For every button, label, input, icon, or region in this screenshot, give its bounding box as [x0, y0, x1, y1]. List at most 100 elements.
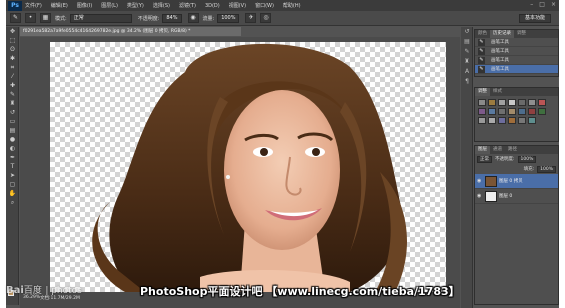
- character-panel-icon[interactable]: A: [461, 67, 473, 77]
- eyedropper-tool-icon[interactable]: ⁄: [6, 72, 19, 81]
- pressure-opacity-icon[interactable]: ◉: [187, 13, 199, 23]
- tab-adjustments[interactable]: 调整: [475, 88, 490, 96]
- workspace-select[interactable]: 基本功能: [518, 14, 551, 23]
- adjustment-swatch[interactable]: [498, 117, 506, 124]
- lasso-tool-icon[interactable]: ʘ: [6, 45, 19, 54]
- history-item[interactable]: ✎ 画笔工具: [475, 38, 558, 47]
- adjustments-panel-tabs: 调整 样式: [475, 88, 558, 96]
- tab-layers[interactable]: 图层: [475, 146, 490, 154]
- brush-tool-icon[interactable]: ✎: [6, 90, 19, 99]
- history-panel: 颜色 历史记录 调整 ✎ 画笔工具 ✎ 画笔工具 ✎ 画笔工具 ✎ 画笔工具: [474, 29, 559, 77]
- eye-icon[interactable]: ◉: [477, 193, 483, 199]
- adjustment-swatch[interactable]: [528, 99, 536, 106]
- blend-mode-select[interactable]: 正常: [477, 155, 492, 163]
- adjustment-swatch[interactable]: [508, 108, 516, 115]
- paragraph-panel-icon[interactable]: ¶: [461, 77, 473, 87]
- adjustment-swatch[interactable]: [538, 99, 546, 106]
- gradient-tool-icon[interactable]: ▤: [6, 126, 19, 135]
- stamp-tool-icon[interactable]: ♜: [6, 99, 19, 108]
- history-panel-tabs: 颜色 历史记录 调整: [475, 30, 558, 38]
- opacity-input[interactable]: 84%: [162, 13, 182, 23]
- adjustment-swatch[interactable]: [498, 99, 506, 106]
- layer-name: 图层 0: [499, 194, 513, 199]
- brush-preset-icon[interactable]: ✎: [10, 13, 21, 23]
- tab-history[interactable]: 历史记录: [490, 30, 514, 38]
- history-panel-icon[interactable]: ↺: [461, 27, 473, 37]
- quick-select-tool-icon[interactable]: ✱: [6, 54, 19, 63]
- marquee-tool-icon[interactable]: ⬚: [6, 36, 19, 45]
- adjustment-swatch[interactable]: [518, 108, 526, 115]
- adjustment-swatch[interactable]: [528, 108, 536, 115]
- brush-panel-icon[interactable]: ✎: [461, 47, 473, 57]
- menu-edit[interactable]: 编辑(E): [51, 2, 68, 9]
- dodge-tool-icon[interactable]: ◐: [6, 144, 19, 153]
- adjustment-swatch[interactable]: [488, 108, 496, 115]
- tab-paths[interactable]: 路径: [505, 146, 520, 154]
- menu-help[interactable]: 帮助(H): [283, 2, 301, 9]
- clone-source-icon[interactable]: ♜: [461, 57, 473, 67]
- right-panel-column: ↺ ▤ ✎ ♜ A ¶ 颜色 历史记录 调整 ✎ 画笔工具 ✎ 画笔工具 ✎ 画…: [461, 27, 559, 308]
- tab-channels[interactable]: 通道: [490, 146, 505, 154]
- pressure-size-icon[interactable]: ◎: [260, 13, 272, 23]
- menu-type[interactable]: 类型(Y): [127, 2, 144, 9]
- flow-input[interactable]: 100%: [217, 13, 240, 23]
- adjustment-swatch[interactable]: [478, 117, 486, 124]
- mode-select[interactable]: 正常: [69, 13, 132, 23]
- history-item[interactable]: ✎ 画笔工具: [475, 56, 558, 65]
- layer-row[interactable]: ◉ 图层 0: [475, 189, 558, 204]
- adjustment-swatch[interactable]: [508, 117, 516, 124]
- pen-tool-icon[interactable]: ✒: [6, 153, 19, 162]
- adjustment-swatch[interactable]: [518, 117, 526, 124]
- adjustment-swatch[interactable]: [478, 108, 486, 115]
- adjustment-swatch[interactable]: [528, 117, 536, 124]
- options-bar: ✎ • ▦ 模式: 正常 不透明度: 84% ◉ 流量: 100% ✈ ◎ 基本…: [6, 11, 559, 26]
- path-select-tool-icon[interactable]: ➤: [6, 171, 19, 180]
- hand-tool-icon[interactable]: ✋: [6, 189, 19, 198]
- history-item-label: 画笔工具: [491, 49, 509, 54]
- brush-size-icon[interactable]: •: [25, 13, 36, 23]
- shape-tool-icon[interactable]: ▢: [6, 180, 19, 189]
- zoom-tool-icon[interactable]: ⌕: [6, 198, 19, 207]
- adjustment-swatch[interactable]: [498, 108, 506, 115]
- adjustment-swatch[interactable]: [478, 99, 486, 106]
- canvas-area[interactable]: [20, 37, 460, 293]
- adjustment-swatch[interactable]: [488, 99, 496, 106]
- document-canvas[interactable]: [50, 42, 446, 292]
- document-tab[interactable]: f0291ea582a7a9fe0554c4164269782e.jpg @ 3…: [20, 27, 241, 36]
- layer-row-selected[interactable]: ◉ 图层 0 拷贝: [475, 174, 558, 189]
- move-tool-icon[interactable]: ✥: [6, 27, 19, 36]
- airbrush-icon[interactable]: ✈: [245, 13, 257, 23]
- adjustment-swatch[interactable]: [488, 117, 496, 124]
- menu-layer[interactable]: 图层(L): [101, 2, 118, 9]
- tab-color[interactable]: 颜色: [475, 30, 490, 38]
- crop-tool-icon[interactable]: ⌗: [6, 63, 19, 72]
- properties-panel-icon[interactable]: ▤: [461, 37, 473, 47]
- menu-select[interactable]: 选择(S): [153, 2, 170, 9]
- healing-tool-icon[interactable]: ✚: [6, 81, 19, 90]
- menu-window[interactable]: 窗口(W): [255, 2, 274, 9]
- photoshop-window: Ps 文件(F) 编辑(E) 图像(I) 图层(L) 类型(Y) 选择(S) 滤…: [6, 0, 559, 308]
- tab-adjust[interactable]: 调整: [514, 30, 529, 38]
- layer-fill-input[interactable]: 100%: [537, 165, 556, 173]
- adjustment-swatch[interactable]: [538, 108, 546, 115]
- history-brush-tool-icon[interactable]: ↺: [6, 108, 19, 117]
- menu-3d[interactable]: 3D(D): [205, 3, 220, 9]
- close-button[interactable]: ×: [551, 1, 556, 8]
- menu-view[interactable]: 视图(V): [229, 2, 246, 9]
- menu-filter[interactable]: 滤镜(T): [179, 2, 196, 9]
- menu-file[interactable]: 文件(F): [25, 2, 42, 9]
- layer-opacity-input[interactable]: 100%: [517, 155, 537, 163]
- minimize-button[interactable]: –: [530, 1, 533, 8]
- eraser-tool-icon[interactable]: ▭: [6, 117, 19, 126]
- tab-styles[interactable]: 样式: [490, 88, 505, 96]
- adjustment-swatch[interactable]: [518, 99, 526, 106]
- menu-image[interactable]: 图像(I): [77, 2, 92, 9]
- blur-tool-icon[interactable]: ●: [6, 135, 19, 144]
- history-item-selected[interactable]: ✎ 画笔工具: [475, 65, 558, 74]
- type-tool-icon[interactable]: T: [6, 162, 19, 171]
- brush-panel-icon[interactable]: ▦: [40, 13, 51, 23]
- maximize-button[interactable]: □: [539, 1, 545, 8]
- eye-icon[interactable]: ◉: [477, 178, 483, 184]
- adjustment-swatch[interactable]: [508, 99, 516, 106]
- history-item[interactable]: ✎ 画笔工具: [475, 47, 558, 56]
